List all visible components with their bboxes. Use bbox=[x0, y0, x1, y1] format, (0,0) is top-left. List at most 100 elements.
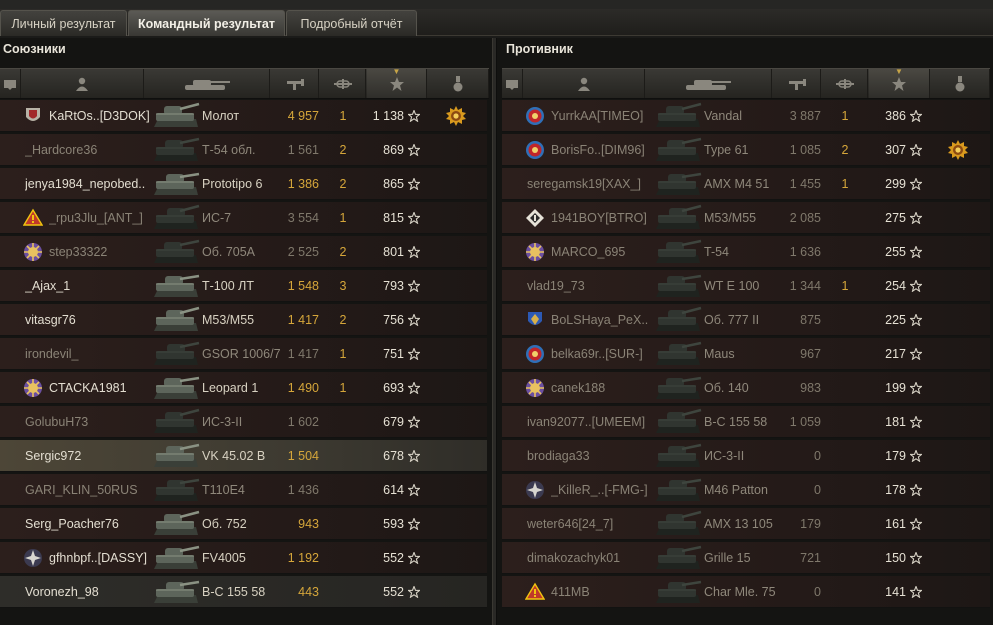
enemies-player-row[interactable]: seregamsk19[XAX_] AMX M4 51 1 455 1 299 bbox=[502, 168, 990, 200]
sort-caret-icon: ▼ bbox=[392, 67, 401, 76]
player-name[interactable]: _Hardcore36 bbox=[25, 134, 150, 166]
clan-badge-icon bbox=[525, 242, 545, 262]
enemies-player-row[interactable]: _KilleR_..[-FMG-] M46 Patton 0 178 bbox=[502, 474, 990, 506]
player-name[interactable]: Sergic972 bbox=[25, 440, 150, 472]
xp-star-icon bbox=[908, 449, 924, 463]
player-name[interactable]: ivan92077..[UMEEM] bbox=[527, 406, 652, 438]
tank-icon bbox=[654, 543, 702, 573]
xp-star-icon bbox=[908, 347, 924, 361]
enemies-player-row[interactable]: BoLSHaya_PeX.. Об. 777 II 875 225 bbox=[502, 304, 990, 336]
enemies-panel: Противник ▼ YurrkAA[TIMEO] Vandal 3 887 1 38… bbox=[497, 38, 993, 625]
tab-detailed-report[interactable]: Подробный отчёт bbox=[286, 10, 417, 36]
kills-value: 1 bbox=[841, 279, 849, 293]
enemies-player-row[interactable]: weter646[24_7] AMX 13 105 179 161 bbox=[502, 508, 990, 540]
kills-value bbox=[841, 202, 849, 234]
enemies-player-row[interactable]: 411MB Char Mle. 75 0 141 bbox=[502, 576, 990, 608]
enemies-player-row[interactable]: dimakozachyk01 Grille 15 721 150 bbox=[502, 542, 990, 574]
xp-value: 217 bbox=[885, 347, 906, 361]
enemies-header-platoon-column[interactable] bbox=[502, 69, 523, 98]
player-name[interactable]: vitasgr76 bbox=[25, 304, 150, 336]
tank-icon bbox=[654, 577, 702, 607]
xp-value: 386 bbox=[885, 109, 906, 123]
player-name[interactable]: _Ajax_1 bbox=[25, 270, 150, 302]
tank-icon bbox=[654, 407, 702, 437]
xp-value: 161 bbox=[885, 517, 906, 531]
allies-player-row[interactable]: GolubuH73 ИС-3-II 1 602 679 bbox=[0, 406, 487, 438]
allies-header-tank-column[interactable] bbox=[144, 69, 270, 98]
enemies-player-row[interactable]: belka69r..[SUR-] Maus 967 217 bbox=[502, 338, 990, 370]
tank-icon bbox=[654, 373, 702, 403]
tab-team-result[interactable]: Командный результат bbox=[128, 10, 285, 36]
medal-icon[interactable] bbox=[947, 139, 969, 161]
enemies-player-row[interactable]: YurrkAA[TIMEO] Vandal 3 887 1 386 bbox=[502, 100, 990, 132]
player-name[interactable]: Serg_Poacher76 bbox=[25, 508, 150, 540]
enemies-header-damage-column[interactable] bbox=[773, 69, 821, 98]
allies-player-row[interactable]: GARI_KLIN_50RUS T110E4 1 436 614 bbox=[0, 474, 487, 506]
allies-player-row[interactable]: _Hardcore36 Т-54 обл. 1 561 2 869 bbox=[0, 134, 487, 166]
enemies-header-xp-column[interactable]: ▼ bbox=[869, 67, 930, 98]
player-name[interactable]: jenya1984_nepobed.. bbox=[25, 168, 150, 200]
enemies-player-row[interactable]: vlad19_73 WT E 100 1 344 1 254 bbox=[502, 270, 990, 302]
allies-player-row[interactable]: jenya1984_nepobed.. Prototipo 6 1 386 2 865 bbox=[0, 168, 487, 200]
kills-value bbox=[339, 406, 347, 438]
allies-header-damage-column[interactable] bbox=[271, 69, 319, 98]
player-name[interactable]: dimakozachyk01 bbox=[527, 542, 652, 574]
player-name[interactable]: vlad19_73 bbox=[527, 270, 652, 302]
tank-name: ИС-7 bbox=[202, 211, 232, 225]
xp-star-icon bbox=[908, 143, 924, 157]
tank-icon bbox=[654, 509, 702, 539]
clan-badge-icon bbox=[23, 378, 43, 398]
tank-name: Об. 752 bbox=[202, 517, 247, 531]
player-name[interactable]: irondevil_ bbox=[25, 338, 150, 370]
enemies-header-tank-column[interactable] bbox=[645, 69, 772, 98]
enemies-player-row[interactable]: 1941BOY[BTRO] M53/M55 2 085 275 bbox=[502, 202, 990, 234]
allies-player-row[interactable]: irondevil_ GSOR 1006/7 1 417 1 751 bbox=[0, 338, 487, 370]
player-name[interactable]: weter646[24_7] bbox=[527, 508, 652, 540]
kills-value bbox=[841, 372, 849, 404]
allies-player-row[interactable]: Voronezh_98 В-С 155 58 443 552 bbox=[0, 576, 487, 608]
tank-name: Об. 140 bbox=[704, 381, 749, 395]
allies-player-row[interactable]: KaRtOs..[D3DOK] Молот 4 957 1 1 138 bbox=[0, 100, 487, 132]
enemies-player-row[interactable]: ivan92077..[UMEEM] B-C 155 58 1 059 181 bbox=[502, 406, 990, 438]
damage-value: 1 548 bbox=[287, 279, 319, 293]
allies-player-row[interactable]: step33322 Об. 705А 2 525 2 801 bbox=[0, 236, 487, 268]
xp-value: 815 bbox=[383, 211, 404, 225]
allies-player-row[interactable]: vitasgr76 M53/M55 1 417 2 756 bbox=[0, 304, 487, 336]
enemies-header-kills-column[interactable] bbox=[822, 69, 868, 98]
xp-value: 225 bbox=[885, 313, 906, 327]
allies-header-kills-column[interactable] bbox=[320, 69, 366, 98]
enemies-player-row[interactable]: BorisFo..[DIM96] Type 61 1 085 2 307 bbox=[502, 134, 990, 166]
tab-personal-result[interactable]: Личный результат bbox=[0, 10, 127, 36]
player-name[interactable]: brodiaga33 bbox=[527, 440, 652, 472]
allies-player-row[interactable]: Serg_Poacher76 Об. 752 943 593 bbox=[0, 508, 487, 540]
tank-name: Т-54 обл. bbox=[202, 143, 256, 157]
allies-header-platoon-column[interactable] bbox=[0, 69, 21, 98]
medal-icon[interactable] bbox=[445, 105, 467, 127]
allies-player-row[interactable]: CTACKA1981 Leopard 11 490 1 693 bbox=[0, 372, 487, 404]
xp-value: 307 bbox=[885, 143, 906, 157]
allies-player-row[interactable]: _rpu3Jlu_[ANT_] ИС-7 3 554 1 815 bbox=[0, 202, 487, 234]
allies-header-xp-column[interactable]: ▼ bbox=[367, 67, 427, 98]
xp-star-icon bbox=[406, 347, 422, 361]
enemies-player-row[interactable]: brodiaga33 ИС-3-II 0 179 bbox=[502, 440, 990, 472]
tank-icon bbox=[152, 237, 200, 267]
enemies-player-row[interactable]: canek188 Об. 140 983 199 bbox=[502, 372, 990, 404]
enemies-header-player-column[interactable] bbox=[523, 69, 645, 98]
kills-value: 2 bbox=[339, 143, 347, 157]
allies-header-medal-column[interactable] bbox=[428, 69, 489, 98]
xp-value: 254 bbox=[885, 279, 906, 293]
xp-value: 179 bbox=[885, 449, 906, 463]
player-icon bbox=[76, 77, 88, 91]
player-name[interactable]: seregamsk19[XAX_] bbox=[527, 168, 652, 200]
enemies-header-medal-column[interactable] bbox=[931, 69, 990, 98]
allies-header-player-column[interactable] bbox=[21, 69, 144, 98]
allies-player-row[interactable]: Sergic972 VK 45.02 B 1 504 678 bbox=[0, 440, 487, 472]
allies-player-row[interactable]: _Ajax_1 Т-100 ЛТ 1 548 3 793 bbox=[0, 270, 487, 302]
player-name[interactable]: GARI_KLIN_50RUS bbox=[25, 474, 150, 506]
allies-player-row[interactable]: gfhnbpf..[DASSY] FV4005 1 192 552 bbox=[0, 542, 487, 574]
player-name[interactable]: GolubuH73 bbox=[25, 406, 150, 438]
kills-value bbox=[339, 576, 347, 608]
player-name[interactable]: Voronezh_98 bbox=[25, 576, 150, 608]
platoon-icon bbox=[506, 79, 518, 90]
enemies-player-row[interactable]: MARCO_695 T-54 1 636 255 bbox=[502, 236, 990, 268]
